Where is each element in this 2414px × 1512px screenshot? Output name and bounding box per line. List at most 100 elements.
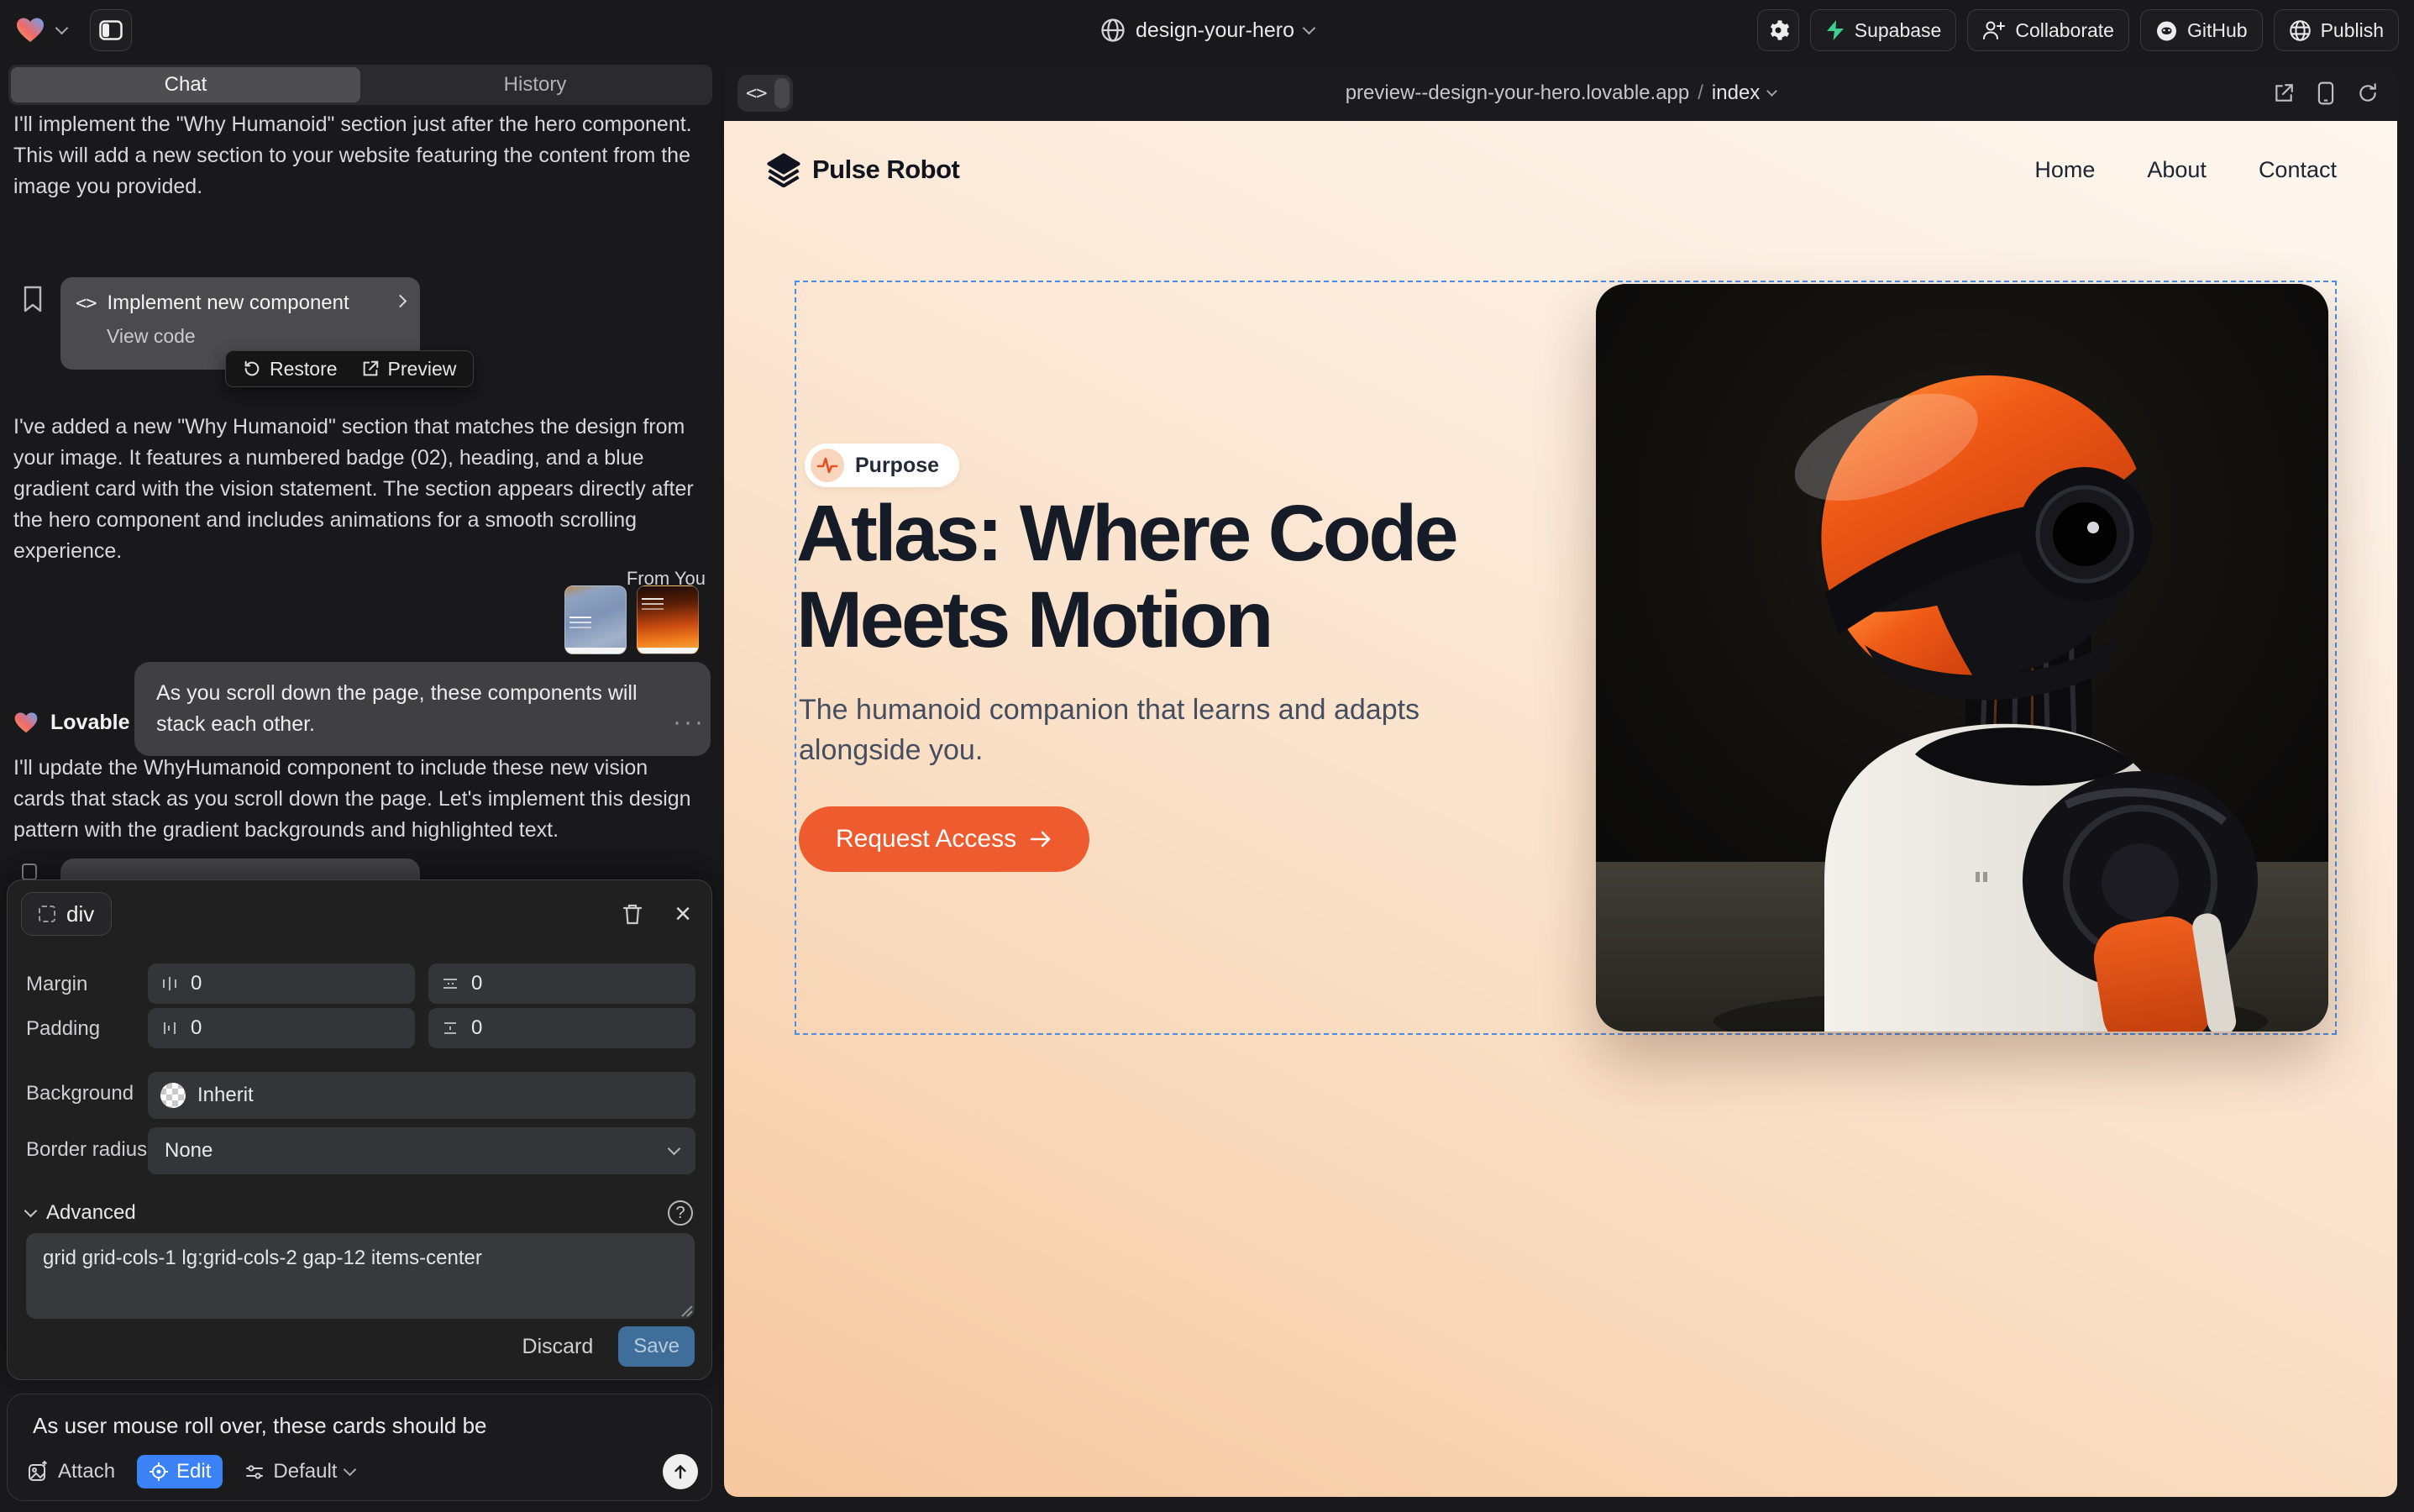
settings-button[interactable] — [1757, 9, 1799, 51]
target-icon — [149, 1462, 169, 1482]
attach-button[interactable]: Attach — [28, 1460, 115, 1483]
delete-element-button[interactable] — [622, 903, 643, 926]
request-access-button[interactable]: Request Access — [799, 806, 1089, 872]
topbar-left — [15, 9, 132, 51]
prompt-box[interactable]: As user mouse roll over, these cards sho… — [7, 1394, 712, 1501]
site-logo[interactable]: Pulse Robot — [766, 152, 959, 187]
component-card-title: Implement new component — [108, 291, 349, 315]
mode-select[interactable]: Default — [244, 1460, 354, 1483]
nav-contact[interactable]: Contact — [2259, 157, 2337, 183]
hero-heading: Atlas: Where Code Meets Motion — [796, 491, 1456, 663]
view-code-link[interactable]: View code — [107, 325, 405, 348]
workspace-chevron-icon[interactable] — [55, 22, 69, 35]
border-radius-label: Border radius — [26, 1138, 147, 1162]
resize-handle-icon[interactable] — [680, 1304, 693, 1317]
margin-label: Margin — [26, 973, 87, 996]
padding-x-input[interactable]: 0 — [148, 1008, 415, 1048]
arrow-up-icon — [671, 1462, 690, 1481]
discard-button[interactable]: Discard — [522, 1335, 594, 1359]
margin-x-input[interactable]: 0 — [148, 963, 415, 1004]
background-value: Inherit — [197, 1084, 254, 1107]
tab-history[interactable]: History — [360, 67, 710, 102]
background-swatch — [160, 1083, 186, 1108]
margin-x-value: 0 — [191, 972, 202, 995]
supabase-icon — [1825, 19, 1845, 41]
close-panel-button[interactable]: × — [674, 903, 691, 925]
border-radius-value: None — [165, 1139, 213, 1163]
padding-y-value: 0 — [471, 1016, 482, 1040]
lovable-app: design-your-hero Supabase Collaborate — [0, 0, 2414, 1512]
classes-textarea[interactable]: grid grid-cols-1 lg:grid-cols-2 gap-12 i… — [26, 1233, 695, 1319]
project-globe-icon — [1100, 18, 1126, 43]
margin-x-icon — [160, 974, 179, 993]
save-button[interactable]: Save — [618, 1326, 695, 1367]
margin-y-input[interactable]: 0 — [428, 963, 695, 1004]
attachment-thumbnail-2[interactable] — [637, 585, 699, 654]
lovable-logo-icon[interactable] — [15, 17, 45, 44]
mobile-preview-icon[interactable] — [2317, 81, 2335, 105]
preview-viewport: Pulse Robot Home About Contact Purpose A… — [724, 121, 2397, 1497]
chevron-down-icon — [668, 1142, 681, 1156]
hero-selection-outline[interactable]: Purpose Atlas: Where Code Meets Motion T… — [795, 281, 2337, 1035]
prompt-input[interactable]: As user mouse roll over, these cards sho… — [33, 1413, 487, 1439]
chevron-right-icon — [394, 295, 407, 308]
padding-y-input[interactable]: 0 — [428, 1008, 695, 1048]
assistant-header: Lovable ··· — [13, 704, 706, 741]
arrow-right-icon — [1029, 829, 1052, 849]
help-icon[interactable]: ? — [668, 1200, 693, 1226]
lovable-heart-icon — [13, 711, 39, 734]
code-icon: <> — [76, 293, 97, 314]
restore-button[interactable]: Restore — [243, 358, 338, 381]
advanced-chevron-icon — [24, 1205, 38, 1218]
drag-handle[interactable] — [774, 78, 790, 108]
code-toggle-button[interactable]: <> — [737, 75, 793, 112]
edit-mode-button[interactable]: Edit — [137, 1455, 223, 1488]
bookmark-icon[interactable] — [22, 286, 44, 312]
pulse-icon — [811, 449, 844, 482]
project-name: design-your-hero — [1136, 18, 1294, 43]
publish-button[interactable]: Publish — [2274, 9, 2399, 51]
mode-chevron-icon — [344, 1463, 357, 1477]
margin-y-icon — [441, 974, 459, 993]
background-input[interactable]: Inherit — [148, 1072, 695, 1119]
assistant-message-1: I'll implement the "Why Humanoid" sectio… — [13, 109, 704, 202]
preview-button[interactable]: Preview — [361, 358, 457, 381]
nav-about[interactable]: About — [2147, 157, 2207, 183]
assistant-message-2: I've added a new "Why Humanoid" section … — [13, 412, 704, 567]
supabase-button[interactable]: Supabase — [1810, 9, 1957, 51]
preview-url[interactable]: preview--design-your-hero.lovable.app / … — [1346, 81, 1776, 105]
url-chevron-icon — [1766, 86, 1777, 97]
gear-icon — [1766, 18, 1790, 42]
nav-home[interactable]: Home — [2034, 157, 2095, 183]
element-chip[interactable]: div — [21, 892, 112, 936]
external-link-icon — [361, 360, 380, 378]
refresh-icon[interactable] — [2357, 82, 2379, 104]
attachment-thumbnail-1[interactable] — [564, 585, 627, 654]
send-button[interactable] — [663, 1454, 698, 1489]
collaborate-button[interactable]: Collaborate — [1967, 9, 2129, 51]
attach-image-icon — [28, 1461, 50, 1483]
padding-label: Padding — [26, 1017, 100, 1041]
dashed-square-icon — [39, 906, 55, 922]
open-external-icon[interactable] — [2273, 82, 2295, 104]
assistant-name: Lovable — [50, 711, 129, 735]
chat-sidebar: Chat History I'll implement the "Why Hum… — [0, 60, 719, 1512]
background-label: Background — [26, 1082, 134, 1105]
github-button[interactable]: GitHub — [2140, 9, 2263, 51]
sidebar-tabs: Chat History — [8, 65, 712, 105]
message-menu-icon[interactable]: ··· — [673, 718, 706, 727]
preview-toolbar: <> preview--design-your-hero.lovable.app… — [724, 66, 2397, 121]
advanced-toggle[interactable]: Advanced ? — [26, 1198, 693, 1228]
project-switcher[interactable]: design-your-hero — [1100, 0, 1314, 60]
site-header: Pulse Robot Home About Contact — [766, 139, 2337, 200]
tab-chat[interactable]: Chat — [11, 67, 360, 102]
padding-y-icon — [441, 1019, 459, 1037]
url-separator: / — [1698, 81, 1703, 105]
topbar: design-your-hero Supabase Collaborate — [0, 0, 2414, 60]
purpose-badge: Purpose — [805, 444, 959, 487]
element-inspector-panel: div × Margin 0 0 Padding 0 — [7, 879, 712, 1380]
layers-icon — [766, 152, 801, 187]
project-chevron-icon — [1303, 22, 1316, 35]
sidebar-toggle-button[interactable] — [90, 9, 132, 51]
border-radius-select[interactable]: None — [148, 1127, 695, 1174]
